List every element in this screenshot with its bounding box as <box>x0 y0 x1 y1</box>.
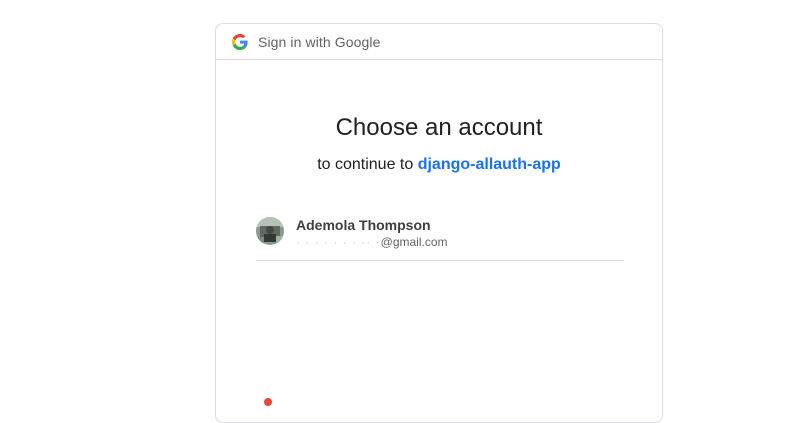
subtitle-prefix: to continue to <box>317 156 418 173</box>
header-title: Sign in with Google <box>258 33 381 50</box>
partial-icon <box>264 398 272 406</box>
sign-in-card: Sign in with Google Choose an account to… <box>215 23 663 423</box>
app-name-link[interactable]: django-allauth-app <box>418 156 561 173</box>
account-list-item[interactable]: Ademola Thompson · · · · · · · ·· ·@gmai… <box>256 206 624 261</box>
subtitle: to continue to django-allauth-app <box>216 156 662 174</box>
user-avatar <box>256 217 284 245</box>
account-name: Ademola Thompson <box>296 217 431 233</box>
account-email-domain: @gmail.com <box>380 235 448 249</box>
account-email-redacted: · · · · · · · ·· · <box>296 235 381 249</box>
account-text: Ademola Thompson · · · · · · · ·· ·@gmai… <box>296 216 448 250</box>
account-email: · · · · · · · ·· ·@gmail.com <box>296 234 448 250</box>
page-title: Choose an account <box>335 114 543 141</box>
google-g-icon <box>232 33 248 50</box>
card-header: Sign in with Google <box>216 24 662 60</box>
